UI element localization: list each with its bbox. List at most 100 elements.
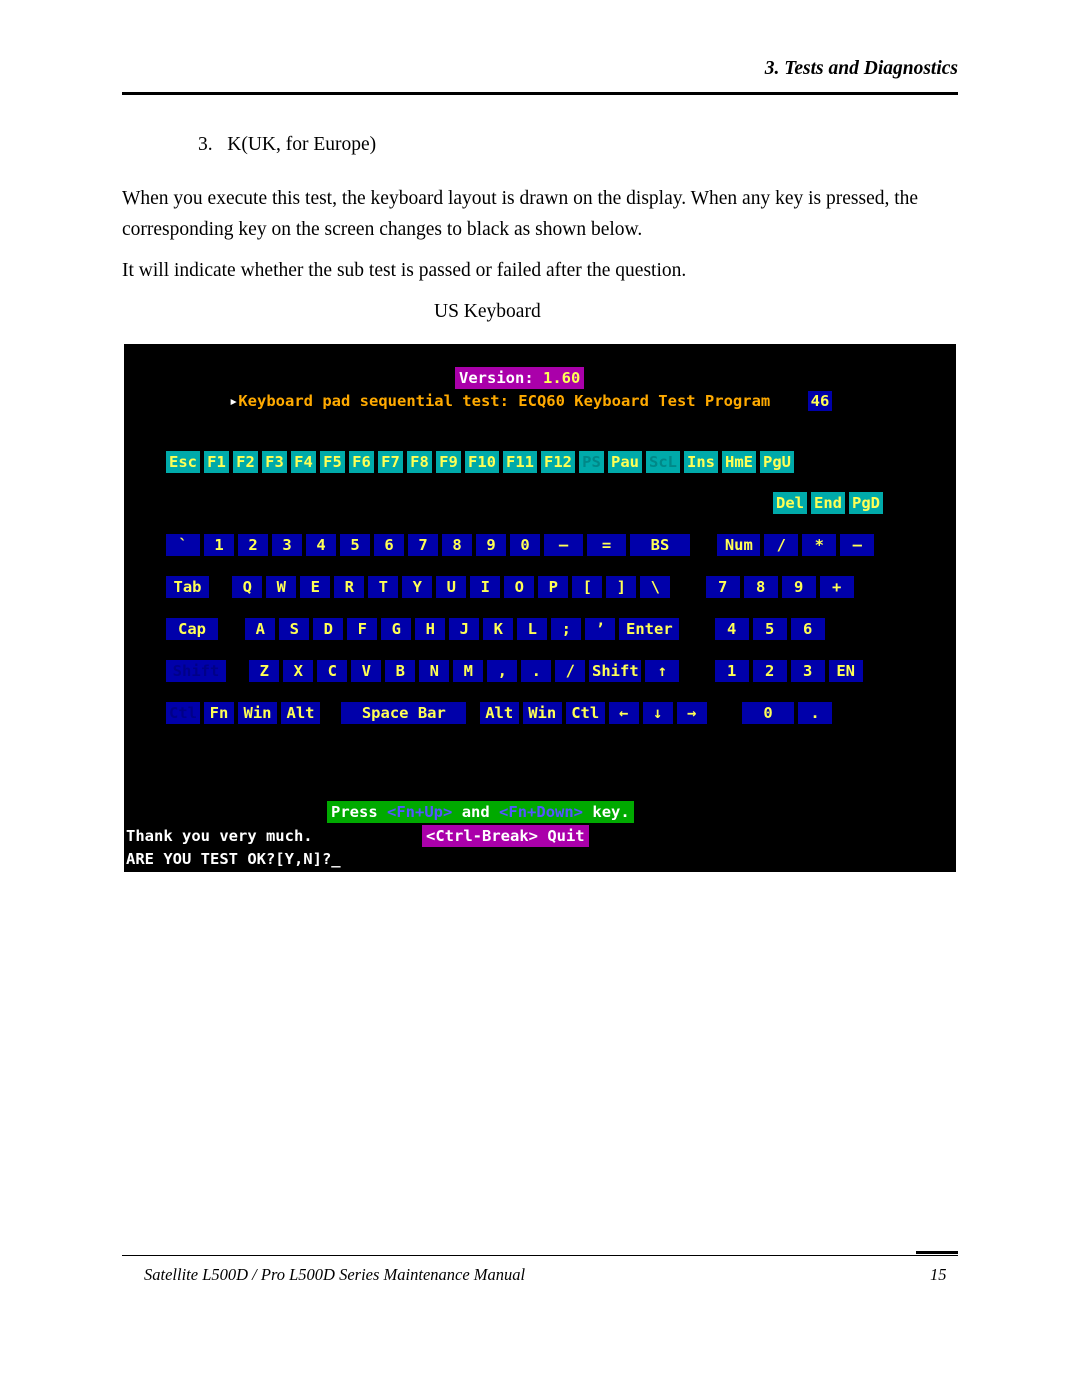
key-arrow-left[interactable]: ← bbox=[608, 702, 639, 724]
key-arrow-up[interactable]: ↑ bbox=[645, 660, 680, 682]
key-5[interactable]: 5 bbox=[340, 534, 370, 556]
key-f9[interactable]: F9 bbox=[436, 451, 461, 473]
key-home[interactable]: HmE bbox=[722, 451, 756, 473]
key-4[interactable]: 4 bbox=[306, 534, 336, 556]
key-scrolllock[interactable]: ScL bbox=[646, 451, 680, 473]
key-f6[interactable]: F6 bbox=[349, 451, 374, 473]
key-ctrl-left[interactable]: Ctl bbox=[166, 702, 200, 724]
key-numpad-4[interactable]: 4 bbox=[714, 618, 749, 640]
key-f2[interactable]: F2 bbox=[233, 451, 258, 473]
key-numpad-period[interactable]: . bbox=[798, 702, 833, 724]
key-ctrl-right[interactable]: Ctl bbox=[565, 702, 605, 724]
key-fn[interactable]: Fn bbox=[204, 702, 234, 724]
key-numpad-3[interactable]: 3 bbox=[790, 660, 825, 682]
key-shift-right[interactable]: Shift bbox=[589, 660, 642, 682]
key-numpad-0[interactable]: 0 bbox=[742, 702, 795, 724]
key-6[interactable]: 6 bbox=[374, 534, 404, 556]
key-q[interactable]: Q bbox=[232, 576, 263, 598]
key-m[interactable]: M bbox=[453, 660, 484, 682]
key-quote[interactable]: ’ bbox=[585, 618, 616, 640]
key-f5[interactable]: F5 bbox=[320, 451, 345, 473]
key-j[interactable]: J bbox=[449, 618, 480, 640]
key-f3[interactable]: F3 bbox=[262, 451, 287, 473]
key-7[interactable]: 7 bbox=[408, 534, 438, 556]
key-multiply[interactable]: * bbox=[802, 534, 837, 556]
key-capslock[interactable]: Cap bbox=[166, 618, 218, 640]
key-t[interactable]: T bbox=[368, 576, 399, 598]
key-a[interactable]: A bbox=[245, 618, 276, 640]
key-enter-numpad[interactable]: EN bbox=[828, 660, 863, 682]
key-numpad-5[interactable]: 5 bbox=[752, 618, 787, 640]
key-printscreen[interactable]: PS bbox=[579, 451, 604, 473]
key-h[interactable]: H bbox=[415, 618, 446, 640]
key-bracketleft[interactable]: [ bbox=[572, 576, 603, 598]
key-backspace[interactable]: BS bbox=[630, 534, 690, 556]
key-0[interactable]: 0 bbox=[510, 534, 540, 556]
key-w[interactable]: W bbox=[266, 576, 297, 598]
key-win-right[interactable]: Win bbox=[522, 702, 562, 724]
key-esc[interactable]: Esc bbox=[166, 451, 200, 473]
key-numpad-7[interactable]: 7 bbox=[705, 576, 740, 598]
key-end[interactable]: End bbox=[811, 492, 845, 514]
key-1[interactable]: 1 bbox=[204, 534, 234, 556]
key-c[interactable]: C bbox=[317, 660, 348, 682]
key-8[interactable]: 8 bbox=[442, 534, 472, 556]
key-g[interactable]: G bbox=[381, 618, 412, 640]
key-pagedown[interactable]: PgD bbox=[849, 492, 883, 514]
key-v[interactable]: V bbox=[351, 660, 382, 682]
key-backslash[interactable]: \ bbox=[640, 576, 671, 598]
key-x[interactable]: X bbox=[283, 660, 314, 682]
key-divide[interactable]: / bbox=[764, 534, 799, 556]
key-alt-right[interactable]: Alt bbox=[479, 702, 519, 724]
key-k[interactable]: K bbox=[483, 618, 514, 640]
key-numlock[interactable]: Num bbox=[717, 534, 761, 556]
key-win-left[interactable]: Win bbox=[238, 702, 277, 724]
key-arrow-right[interactable]: → bbox=[676, 702, 707, 724]
key-pause[interactable]: Pau bbox=[608, 451, 642, 473]
key-e[interactable]: E bbox=[300, 576, 331, 598]
key-f1[interactable]: F1 bbox=[204, 451, 229, 473]
key-numpad-1[interactable]: 1 bbox=[714, 660, 749, 682]
key-minus[interactable]: – bbox=[544, 534, 583, 556]
key-r[interactable]: R bbox=[334, 576, 365, 598]
key-f8[interactable]: F8 bbox=[407, 451, 432, 473]
key-subtract[interactable]: – bbox=[840, 534, 875, 556]
key-comma[interactable]: , bbox=[487, 660, 518, 682]
key-l[interactable]: L bbox=[517, 618, 548, 640]
key-f4[interactable]: F4 bbox=[291, 451, 316, 473]
key-b[interactable]: B bbox=[385, 660, 416, 682]
key-numpad-plus[interactable]: + bbox=[819, 576, 854, 598]
key-alt-left[interactable]: Alt bbox=[281, 702, 320, 724]
key-numpad-6[interactable]: 6 bbox=[790, 618, 825, 640]
key-f7[interactable]: F7 bbox=[378, 451, 403, 473]
key-enter[interactable]: Enter bbox=[619, 618, 680, 640]
key-backtick[interactable]: ` bbox=[166, 534, 200, 556]
key-3[interactable]: 3 bbox=[272, 534, 302, 556]
key-n[interactable]: N bbox=[419, 660, 450, 682]
key-insert[interactable]: Ins bbox=[684, 451, 718, 473]
key-semicolon[interactable]: ; bbox=[551, 618, 582, 640]
key-delete[interactable]: Del bbox=[773, 492, 807, 514]
prompt-text[interactable]: ARE YOU TEST OK?[Y,N]?_ bbox=[126, 850, 341, 868]
key-spacebar[interactable]: Space Bar bbox=[341, 702, 467, 724]
key-arrow-down[interactable]: ↓ bbox=[642, 702, 673, 724]
key-shift-left[interactable]: Shift bbox=[166, 660, 226, 682]
key-f10[interactable]: F10 bbox=[465, 451, 499, 473]
key-f11[interactable]: F11 bbox=[503, 451, 537, 473]
key-s[interactable]: S bbox=[279, 618, 310, 640]
key-p[interactable]: P bbox=[538, 576, 569, 598]
key-d[interactable]: D bbox=[313, 618, 344, 640]
key-o[interactable]: O bbox=[504, 576, 535, 598]
key-f[interactable]: F bbox=[347, 618, 378, 640]
key-9[interactable]: 9 bbox=[476, 534, 506, 556]
key-slash[interactable]: ∕ bbox=[555, 660, 586, 682]
key-i[interactable]: I bbox=[470, 576, 501, 598]
key-period[interactable]: . bbox=[521, 660, 552, 682]
key-numpad-9[interactable]: 9 bbox=[781, 576, 816, 598]
key-tab[interactable]: Tab bbox=[166, 576, 209, 598]
key-numpad-2[interactable]: 2 bbox=[752, 660, 787, 682]
key-f12[interactable]: F12 bbox=[541, 451, 575, 473]
key-z[interactable]: Z bbox=[249, 660, 280, 682]
key-bracketright[interactable]: ] bbox=[606, 576, 637, 598]
key-y[interactable]: Y bbox=[402, 576, 433, 598]
